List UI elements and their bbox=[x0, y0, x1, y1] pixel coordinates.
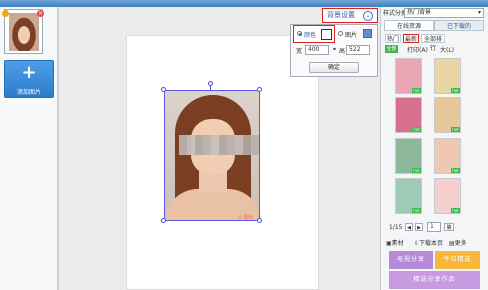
subtab-newest[interactable]: 最新 bbox=[403, 34, 419, 43]
share-works-button[interactable]: 精选分享作品 bbox=[389, 271, 480, 289]
filter-a[interactable]: 打印(A) bbox=[407, 45, 428, 54]
background-setting-button[interactable]: 背景设置 ⌄ bbox=[322, 8, 378, 23]
height-input[interactable]: 522 bbox=[346, 45, 370, 55]
title-bar bbox=[0, 0, 488, 7]
height-label: 高 bbox=[339, 48, 346, 55]
photo-mark-label: ⊙ 图片 bbox=[238, 215, 254, 221]
go-page-button[interactable]: 确 bbox=[444, 223, 454, 231]
add-photo-label: 添加图片 bbox=[16, 89, 41, 96]
tab-downloaded[interactable]: 已下载的 bbox=[434, 20, 484, 31]
frame-thumb[interactable]: hot bbox=[434, 97, 461, 133]
resize-handle-bottom-left[interactable] bbox=[161, 218, 166, 223]
download-page-link[interactable]: ⇩下载本页 bbox=[414, 238, 443, 247]
color-label: 颜色 bbox=[304, 32, 317, 39]
resize-handle-top-right[interactable] bbox=[257, 87, 262, 92]
frame-thumb[interactable]: hot bbox=[395, 58, 422, 94]
tv-share-button[interactable]: 电视分享 bbox=[389, 251, 433, 269]
color-radio[interactable] bbox=[297, 31, 302, 36]
rotate-handle[interactable] bbox=[208, 81, 213, 86]
frame-thumb[interactable]: hot bbox=[395, 97, 422, 133]
subtab-hot[interactable]: 热门 bbox=[385, 34, 401, 43]
image-radio[interactable] bbox=[338, 31, 343, 36]
page-indicator: 1/15 bbox=[389, 224, 403, 231]
page-input[interactable]: 1 bbox=[427, 222, 441, 232]
width-label: 宽 bbox=[296, 48, 303, 55]
resize-handle-bottom-right[interactable] bbox=[257, 218, 262, 223]
tab-online[interactable]: 在线资源 bbox=[384, 20, 434, 31]
add-photo-button[interactable]: + 添加图片 bbox=[4, 60, 54, 98]
thumbnail-edit-icon[interactable] bbox=[2, 10, 9, 17]
width-input[interactable]: 400 bbox=[305, 45, 329, 55]
image-picker-icon[interactable] bbox=[363, 29, 372, 38]
style-category-value: 热门背景 bbox=[407, 9, 432, 16]
color-swatch[interactable] bbox=[321, 29, 332, 40]
thumbnail-delete-icon[interactable]: × bbox=[37, 10, 44, 17]
prev-page-button[interactable]: ◀ bbox=[405, 223, 413, 231]
selected-photo[interactable] bbox=[164, 90, 260, 221]
link-icon: ⚭ bbox=[332, 46, 338, 53]
daily-pick-button[interactable]: 今日精选 bbox=[435, 251, 480, 269]
background-setting-label: 背景设置 bbox=[327, 11, 355, 19]
chevron-down-icon: ⌄ bbox=[363, 11, 373, 21]
resize-handle-top-left[interactable] bbox=[161, 87, 166, 92]
material-link[interactable]: ▣素材 bbox=[386, 238, 404, 247]
frame-thumb[interactable]: hot bbox=[434, 58, 461, 94]
frame-thumb[interactable]: hot bbox=[434, 178, 461, 214]
style-category-select[interactable]: 热门背景 ▾ bbox=[404, 8, 484, 18]
filter-all-badge[interactable]: 全部 bbox=[385, 45, 398, 53]
privacy-blur bbox=[179, 135, 259, 155]
frame-thumb[interactable]: hot bbox=[395, 138, 422, 174]
plus-icon: + bbox=[21, 62, 37, 83]
frame-thumb[interactable]: hot bbox=[434, 138, 461, 174]
next-page-button[interactable]: ▶ bbox=[415, 223, 423, 231]
frame-thumb[interactable]: hot bbox=[395, 178, 422, 214]
image-label: 图片 bbox=[345, 32, 358, 39]
dropdown-arrow-icon: ▾ bbox=[477, 9, 481, 16]
confirm-button[interactable]: 确定 bbox=[309, 62, 359, 73]
filter-b[interactable]: 大(L) bbox=[440, 45, 454, 54]
more-link[interactable]: ▤更多 bbox=[449, 238, 467, 247]
subtab-ranking[interactable]: 全部排行 bbox=[421, 34, 445, 52]
